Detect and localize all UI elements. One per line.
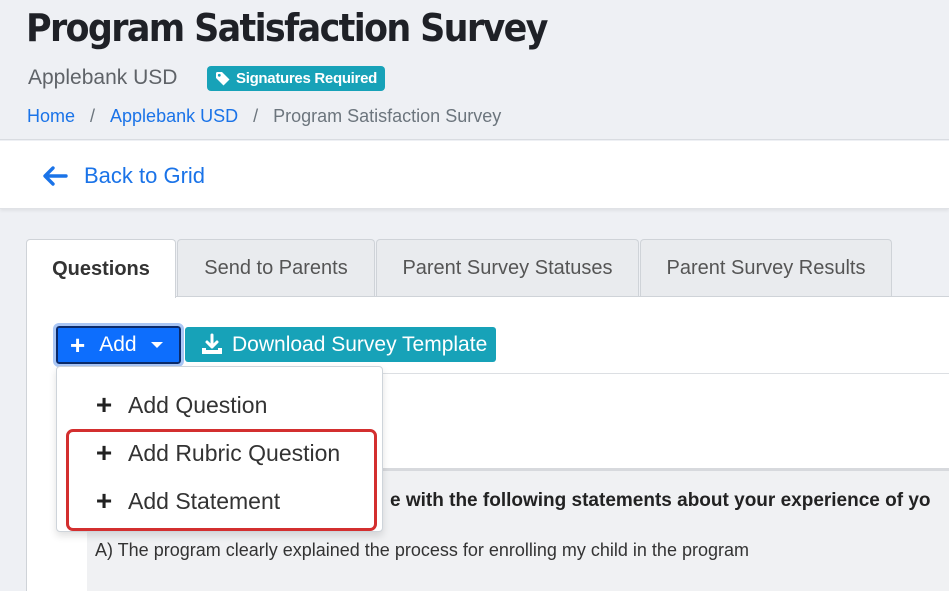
menu-item-label: Add Question [128, 391, 268, 418]
back-bar: Back to Grid [0, 141, 949, 209]
add-button[interactable]: + Add [53, 323, 184, 367]
caret-down-icon [150, 342, 163, 348]
back-to-grid-link[interactable]: Back to Grid [42, 163, 205, 189]
back-to-grid-label: Back to Grid [84, 163, 206, 188]
breadcrumb: Home / Applebank USD / Program Satisfact… [27, 106, 501, 127]
menu-item-add-question[interactable]: + Add Question [92, 389, 268, 420]
tab-bar: Questions Send to Parents Parent Survey … [26, 239, 893, 298]
question-row: A) The program clearly explained the pro… [87, 522, 949, 591]
status-badge: Signatures Required [207, 66, 385, 91]
plus-icon: + [95, 389, 113, 420]
menu-item-add-rubric-question[interactable]: + Add Rubric Question [92, 439, 340, 467]
add-button-label: Add [99, 333, 137, 356]
breadcrumb-separator: / [253, 106, 259, 126]
tab-label: Send to Parents [204, 257, 348, 279]
menu-item-add-statement[interactable]: + Add Statement [92, 487, 280, 515]
tab-questions[interactable]: Questions [26, 239, 176, 298]
organization-name: Applebank USD [28, 66, 178, 89]
add-dropdown-menu: + Add Question + Add Rubric Question + A… [56, 366, 383, 532]
breadcrumb-home-link[interactable]: Home [27, 106, 75, 127]
breadcrumb-current: Program Satisfaction Survey [273, 106, 502, 126]
badge-label: Signatures Required [236, 70, 377, 87]
page-title: Program Satisfaction Survey [26, 6, 548, 50]
tab-parent-survey-statuses[interactable]: Parent Survey Statuses [376, 239, 639, 297]
menu-item-label: Add Statement [128, 487, 281, 514]
tab-label: Questions [52, 257, 150, 280]
plus-icon: + [70, 330, 86, 360]
tab-label: Parent Survey Statuses [402, 257, 613, 279]
plus-icon: + [95, 485, 113, 516]
plus-icon: + [95, 437, 113, 468]
arrow-left-icon [43, 166, 68, 186]
tag-icon [216, 71, 230, 85]
download-template-label: Download Survey Template [232, 332, 488, 356]
download-template-button[interactable]: Download Survey Template [185, 327, 496, 362]
tab-parent-survey-results[interactable]: Parent Survey Results [640, 239, 892, 297]
page-header: Program Satisfaction Survey Applebank US… [0, 0, 949, 140]
menu-item-label: Add Rubric Question [128, 439, 341, 466]
tab-label: Parent Survey Results [666, 257, 866, 279]
question-header: e with the following statements about yo… [380, 468, 949, 522]
breadcrumb-org-link[interactable]: Applebank USD [110, 106, 238, 127]
tab-send-to-parents[interactable]: Send to Parents [177, 239, 375, 297]
download-icon [202, 333, 222, 354]
breadcrumb-separator: / [90, 106, 96, 126]
